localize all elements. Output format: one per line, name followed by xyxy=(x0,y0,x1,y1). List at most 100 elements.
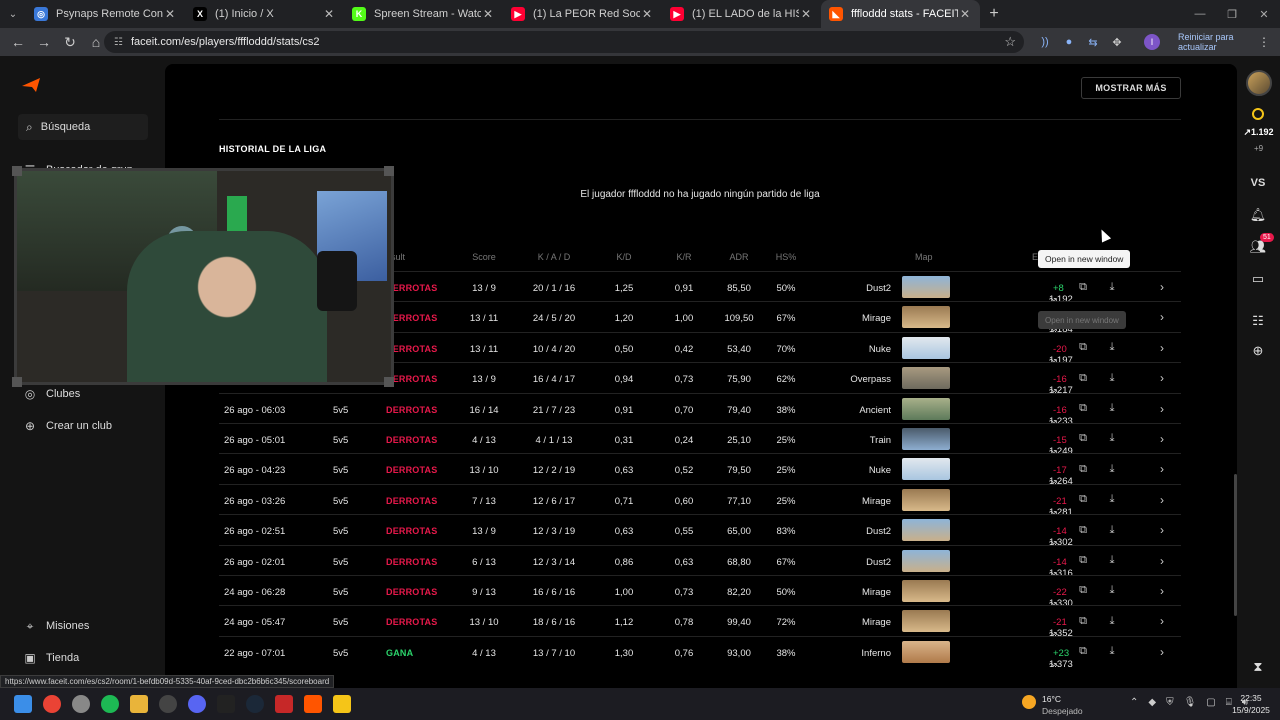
download-icon[interactable]: ⤓ xyxy=(1104,431,1120,447)
spotify-icon[interactable] xyxy=(101,695,119,713)
more-menu-icon[interactable]: ⋮ xyxy=(1258,35,1270,49)
download-icon[interactable]: ⤓ xyxy=(1104,613,1120,629)
add-circle-icon[interactable]: ⊕ xyxy=(1249,342,1267,360)
sidebar-search[interactable]: ⌕ Búsqueda xyxy=(18,114,148,140)
open-new-window-icon[interactable]: ⧉ xyxy=(1075,522,1091,538)
party-list-icon[interactable]: ☷ xyxy=(1249,312,1267,330)
reload-icon[interactable]: ↻ xyxy=(58,30,82,54)
browser-tab[interactable]: ▶ (1) EL LADO de la HISTORIA qu✕ xyxy=(662,0,821,28)
recorder-icon[interactable] xyxy=(275,695,293,713)
open-new-window-icon[interactable]: ⧉ xyxy=(1075,401,1091,417)
resize-handle[interactable] xyxy=(12,166,22,176)
table-row[interactable]: 24 ago - 05:47 5v5 DERROTAS 13 / 10 18 / 6 /… xyxy=(219,605,1181,639)
tray-shield-icon[interactable]: ⛨ xyxy=(1166,697,1174,708)
table-row[interactable]: 26 ago - 02:51 5v5 DERROTAS 13 / 9 12 / 3 / … xyxy=(219,514,1181,548)
download-icon[interactable]: ⤓ xyxy=(1104,461,1120,477)
table-row[interactable]: 26 ago - 05:01 5v5 DERROTAS 4 / 13 4 / 1 / 1… xyxy=(219,422,1181,457)
steam-icon[interactable] xyxy=(246,695,264,713)
bookmark-star-icon[interactable]: ☆ xyxy=(1004,34,1016,50)
extension-translate-icon[interactable]: ⇆ xyxy=(1084,33,1102,51)
download-icon[interactable]: ⤓ xyxy=(1104,401,1120,417)
forward-icon[interactable]: → xyxy=(32,30,56,54)
extension-wave-icon[interactable]: )) xyxy=(1036,33,1054,51)
chevron-right-icon[interactable]: › xyxy=(1154,340,1170,356)
table-row[interactable]: 26 ago - 06:03 5v5 DERROTAS 16 / 14 21 / 7 /… xyxy=(219,392,1181,427)
chevron-right-icon[interactable]: › xyxy=(1154,279,1170,295)
chevron-right-icon[interactable]: › xyxy=(1154,309,1170,325)
close-tab-icon[interactable]: ✕ xyxy=(322,7,336,21)
download-icon[interactable]: ⤓ xyxy=(1104,370,1120,386)
browser-tab[interactable]: X (1) Inicio / X ✕ xyxy=(185,0,344,28)
chrome-profile-icon[interactable] xyxy=(72,695,90,713)
browser-tab[interactable]: ◣ fffloddd stats - FACEIT.com✕ xyxy=(821,0,980,28)
download-icon[interactable]: ⤓ xyxy=(1104,583,1120,599)
chrome-icon[interactable] xyxy=(43,695,61,713)
chat-icon[interactable]: ▭ xyxy=(1249,270,1267,288)
close-tab-icon[interactable]: ✕ xyxy=(481,7,495,21)
file-explorer-icon[interactable] xyxy=(130,695,148,713)
browser-tab[interactable]: ▶ (1) La PEOR Red Social de los 2✕ xyxy=(503,0,662,28)
chevron-right-icon[interactable]: › xyxy=(1154,553,1170,569)
browser-tab[interactable]: K Spreen Stream - Watch Live on✕ xyxy=(344,0,503,28)
sidebar-item-create-club[interactable]: ⊕ Crear un club xyxy=(22,416,112,436)
open-new-window-icon[interactable]: ⧉ xyxy=(1075,644,1091,660)
chevron-right-icon[interactable]: › xyxy=(1154,522,1170,538)
discord-icon[interactable] xyxy=(188,695,206,713)
download-icon[interactable]: ⤓ xyxy=(1104,492,1120,508)
open-new-window-icon[interactable]: ⧉ xyxy=(1075,613,1091,629)
sidebar-item-shop[interactable]: ▣ Tienda xyxy=(22,648,79,668)
extension-shield-icon[interactable]: ● xyxy=(1060,33,1078,51)
open-new-window-icon[interactable]: ⧉ xyxy=(1075,340,1091,356)
open-new-window-icon[interactable]: ⧉ xyxy=(1075,461,1091,477)
open-new-window-icon[interactable]: ⧉ xyxy=(1075,370,1091,386)
chevron-right-icon[interactable]: › xyxy=(1154,644,1170,660)
close-tab-icon[interactable]: ✕ xyxy=(640,7,654,21)
windows-start-icon[interactable] xyxy=(14,695,32,713)
open-new-window-icon[interactable]: ⧉ xyxy=(1075,492,1091,508)
table-row[interactable]: 26 ago - 04:23 5v5 DERROTAS 13 / 10 12 / 2 /… xyxy=(219,453,1181,487)
address-bar[interactable]: ☷ faceit.com/es/players/fffloddd/stats/c… xyxy=(104,31,1024,53)
close-tab-icon[interactable]: ✕ xyxy=(799,7,813,21)
chevron-right-icon[interactable]: › xyxy=(1154,431,1170,447)
resize-handle[interactable] xyxy=(384,166,394,176)
system-clock[interactable]: 22:35 15/9/2025 xyxy=(1226,692,1276,716)
open-new-window-icon[interactable]: ⧉ xyxy=(1075,279,1091,295)
back-icon[interactable]: ← xyxy=(6,30,30,54)
chevron-right-icon[interactable]: › xyxy=(1154,492,1170,508)
resize-handle[interactable] xyxy=(384,377,394,387)
download-icon[interactable]: ⤓ xyxy=(1104,553,1120,569)
close-window-icon[interactable]: ✕ xyxy=(1248,0,1280,28)
chevron-right-icon[interactable]: › xyxy=(1154,461,1170,477)
close-tab-icon[interactable]: ✕ xyxy=(163,7,177,21)
mic-icon[interactable]: 🎙︎ xyxy=(1184,697,1197,708)
site-info-icon[interactable]: ☷ xyxy=(114,37,123,48)
maximize-icon[interactable]: ❐ xyxy=(1216,0,1248,28)
sidebar-item-clubs[interactable]: ◎ Clubes xyxy=(22,384,81,404)
chevron-right-icon[interactable]: › xyxy=(1154,370,1170,386)
mm-app-icon[interactable] xyxy=(217,695,235,713)
restart-to-update-button[interactable]: Reiniciar para actualizar ⋮ xyxy=(1168,32,1280,52)
profile-avatar[interactable]: I xyxy=(1144,34,1160,50)
tray-app-icon[interactable]: ◆ xyxy=(1148,697,1156,708)
open-new-window-icon[interactable]: ⧉ xyxy=(1075,431,1091,447)
user-avatar[interactable] xyxy=(1246,70,1272,96)
download-icon[interactable]: ⤓ xyxy=(1104,522,1120,538)
table-row[interactable]: 26 ago - 03:26 5v5 DERROTAS 7 / 13 12 / 6 / … xyxy=(219,483,1181,518)
faceit-logo-icon[interactable] xyxy=(22,78,40,92)
tray-chevron-icon[interactable]: ⌃ xyxy=(1130,697,1138,708)
minimize-icon[interactable]: — xyxy=(1184,0,1216,28)
close-tab-icon[interactable]: ✕ xyxy=(958,7,972,21)
faceit-app-icon[interactable] xyxy=(304,695,322,713)
table-row[interactable]: 26 ago - 02:01 5v5 DERROTAS 6 / 13 12 / 3 / … xyxy=(219,544,1181,579)
queue-icon[interactable]: ⧗ xyxy=(1249,658,1267,676)
show-more-button[interactable]: MOSTRAR MÁS xyxy=(1081,77,1181,99)
chevron-right-icon[interactable]: › xyxy=(1154,583,1170,599)
display-icon[interactable]: ▢ xyxy=(1206,697,1215,708)
open-new-window-icon[interactable]: ⧉ xyxy=(1075,553,1091,569)
sidebar-item-missions[interactable]: ⌖ Misiones xyxy=(22,616,90,636)
chevron-right-icon[interactable]: › xyxy=(1154,401,1170,417)
app-icon[interactable] xyxy=(333,695,351,713)
new-tab-button[interactable]: + xyxy=(980,5,1008,23)
page-scrollbar[interactable] xyxy=(1234,474,1237,616)
chevron-right-icon[interactable]: › xyxy=(1154,613,1170,629)
